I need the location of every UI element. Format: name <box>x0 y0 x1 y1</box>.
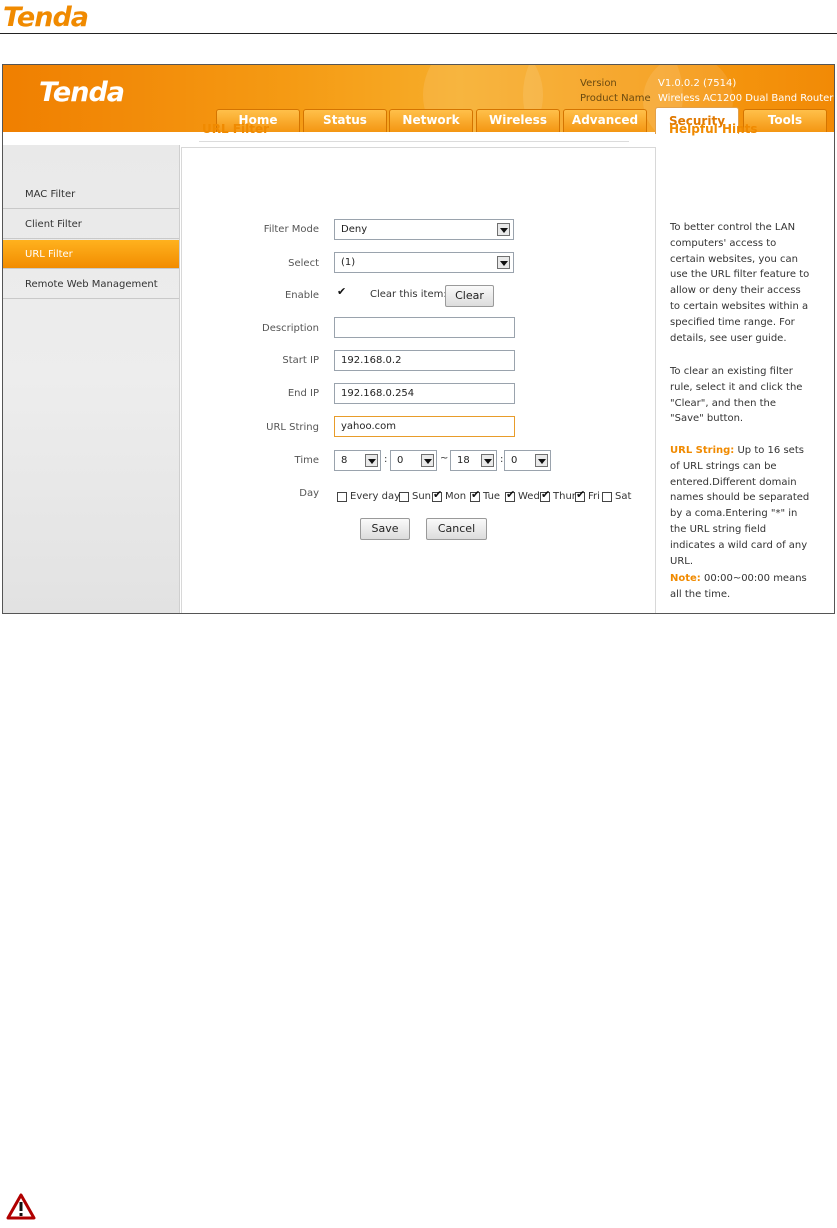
save-button[interactable]: Save <box>360 518 410 540</box>
checkbox[interactable] <box>602 491 612 502</box>
version-label: Version <box>580 78 617 89</box>
start-hour-value: 8 <box>341 455 348 466</box>
day-label-text: Fri <box>588 491 600 502</box>
end-hour-select[interactable]: 18 <box>450 450 497 471</box>
day-label-text: Thur <box>553 491 576 502</box>
checkbox[interactable]: ✔ <box>540 487 551 502</box>
checkmark-icon: ✔ <box>471 487 481 501</box>
checkmark-icon: ✔ <box>576 487 586 501</box>
checkbox[interactable] <box>399 491 409 502</box>
product-name-label: Product Name <box>580 93 651 104</box>
end-minute-value: 0 <box>511 455 518 466</box>
day-label-text: Sat <box>615 491 632 502</box>
filter-mode-value: Deny <box>341 224 368 235</box>
checkmark-icon: ✔ <box>506 487 516 501</box>
tab-advanced[interactable]: Advanced <box>563 109 647 132</box>
checkmark-icon: ✔ <box>433 487 443 501</box>
hints-title: Helpful Hints <box>669 122 758 136</box>
hint-key: Note: <box>670 573 701 584</box>
day-checkbox-mon[interactable]: ✔ Mon <box>432 486 466 505</box>
sidebar: MAC Filter Client Filter URL Filter Remo… <box>3 145 180 613</box>
day-label-text: Wed <box>518 491 540 502</box>
tab-network[interactable]: Network <box>389 109 473 132</box>
chevron-down-icon <box>497 256 510 269</box>
day-checkbox-wed[interactable]: ✔ Wed <box>505 486 540 505</box>
start-ip-input[interactable]: 192.168.0.2 <box>334 350 515 371</box>
day-checkbox-fri[interactable]: ✔ Fri <box>575 486 600 505</box>
day-label: Day <box>299 488 319 499</box>
end-minute-select[interactable]: 0 <box>504 450 551 471</box>
checkbox[interactable] <box>337 491 347 502</box>
day-label-text: Every day <box>350 491 400 502</box>
day-label-text: Sun <box>412 491 432 502</box>
checkbox[interactable]: ✔ <box>575 487 586 502</box>
hint-paragraph: To better control the LAN computers' acc… <box>670 222 810 344</box>
chevron-down-icon <box>481 454 494 467</box>
product-name-value: Wireless AC1200 Dual Band Router <box>658 93 834 104</box>
checkbox[interactable]: ✔ <box>432 487 443 502</box>
day-label-text: Tue <box>483 491 501 502</box>
chevron-down-icon <box>497 223 510 236</box>
enable-label: Enable <box>284 290 319 301</box>
sidebar-item-mac-filter[interactable]: MAC Filter <box>3 180 179 209</box>
section-divider <box>199 141 629 142</box>
rule-select[interactable]: (1) <box>334 252 514 273</box>
filter-mode-label: Filter Mode <box>263 224 319 235</box>
section-title: URL Filter <box>202 122 270 136</box>
hint-paragraph: URL String: Up to 16 sets of URL strings… <box>670 443 812 569</box>
time-separator: : <box>384 454 388 465</box>
day-checkbox-sun[interactable]: Sun <box>399 486 431 505</box>
version-value: V1.0.0.2 (7514) <box>658 78 737 89</box>
sidebar-item-remote-web-management[interactable]: Remote Web Management <box>3 270 179 299</box>
cancel-button[interactable]: Cancel <box>426 518 487 540</box>
document-logo: Tenda <box>3 2 89 33</box>
end-ip-label: End IP <box>287 388 319 399</box>
router-logo: Tenda <box>39 77 125 108</box>
day-checkbox-every-day[interactable]: Every day <box>337 486 400 505</box>
sidebar-item-url-filter[interactable]: URL Filter <box>3 240 179 269</box>
checkmark-icon: ✔ <box>541 487 551 501</box>
clear-item-label: Clear this item: <box>370 289 447 300</box>
hint-paragraph: To clear an existing filter rule, select… <box>670 366 803 425</box>
day-checkbox-thur[interactable]: ✔ Thur <box>540 486 576 505</box>
start-hour-select[interactable]: 8 <box>334 450 381 471</box>
time-label: Time <box>294 455 319 466</box>
start-ip-label: Start IP <box>282 355 319 366</box>
end-ip-input[interactable]: 192.168.0.254 <box>334 383 515 404</box>
hint-paragraph: Note: 00:00~00:00 means all the time. <box>670 571 812 603</box>
sidebar-item-client-filter[interactable]: Client Filter <box>3 210 179 239</box>
checkbox[interactable]: ✔ <box>470 487 481 502</box>
rule-select-value: (1) <box>341 257 356 268</box>
day-checkbox-tue[interactable]: ✔ Tue <box>470 486 500 505</box>
chevron-down-icon <box>535 454 548 467</box>
checkbox[interactable]: ✔ <box>505 487 516 502</box>
chevron-down-icon <box>421 454 434 467</box>
description-input[interactable] <box>334 317 515 338</box>
start-minute-value: 0 <box>397 455 404 466</box>
clear-button[interactable]: Clear <box>445 285 494 307</box>
description-label: Description <box>262 323 319 334</box>
hint-key: URL String: <box>670 445 735 456</box>
day-checkbox-group: Every day Sun ✔ Mon ✔ Tue ✔ Wed ✔ Thur ✔ Fri Sat <box>337 486 637 502</box>
chevron-down-icon <box>365 454 378 467</box>
main-panel <box>181 147 657 613</box>
filter-mode-select[interactable]: Deny <box>334 219 514 240</box>
tab-status[interactable]: Status <box>303 109 387 132</box>
url-string-label: URL String <box>266 422 319 433</box>
tab-wireless[interactable]: Wireless <box>476 109 560 132</box>
enable-checkbox[interactable]: ✔ <box>337 285 347 299</box>
day-checkbox-sat[interactable]: Sat <box>602 486 631 505</box>
url-string-input[interactable]: yahoo.com <box>334 416 515 437</box>
checkmark-icon: ✔ <box>337 285 347 298</box>
time-separator: : <box>500 454 504 465</box>
warning-triangle-icon <box>6 1193 36 1220</box>
time-range-separator: ~ <box>440 453 449 464</box>
header-divider <box>0 33 837 34</box>
end-hour-value: 18 <box>457 455 470 466</box>
start-minute-select[interactable]: 0 <box>390 450 437 471</box>
hint-text: Up to 16 sets of URL strings can be ente… <box>670 445 810 567</box>
select-label: Select <box>288 258 319 269</box>
day-label-text: Mon <box>445 491 467 502</box>
